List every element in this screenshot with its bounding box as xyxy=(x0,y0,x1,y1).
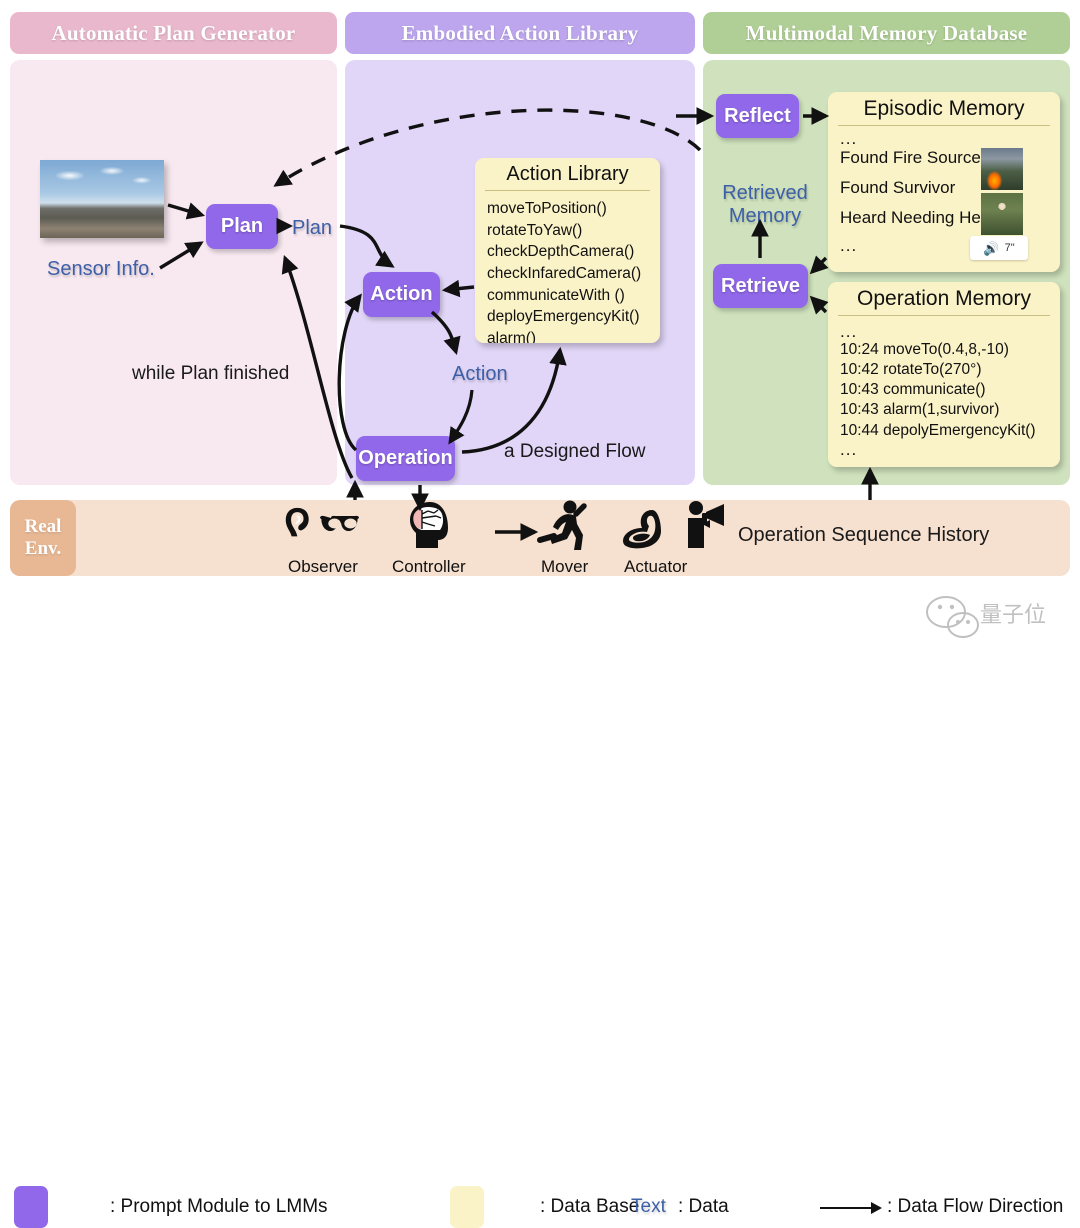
sensor-image-thumbnail xyxy=(40,160,164,238)
card-action-library-body: moveToPosition() rotateToYaw() checkDept… xyxy=(475,191,660,343)
legend-label-data-flow: : Data Flow Direction xyxy=(887,1196,1064,1217)
legend-sample-data-text: Text xyxy=(631,1196,666,1217)
real-env-tag: Real Env. xyxy=(10,500,76,576)
module-operation[interactable]: Operation xyxy=(356,436,455,481)
role-caption-controller: Controller xyxy=(392,557,466,576)
card-operation-memory: Operation Memory ... 10:24 moveTo(0.4,8,… xyxy=(828,282,1060,467)
action-item: moveToPosition() xyxy=(487,200,607,217)
legend-label-prompt-module: : Prompt Module to LMMs xyxy=(110,1196,328,1217)
legend-label-data-base: : Data Base xyxy=(540,1196,640,1217)
module-action[interactable]: Action xyxy=(363,272,440,317)
real-env-tag-line1: Real xyxy=(24,516,62,538)
module-retrieve[interactable]: Retrieve xyxy=(713,264,808,308)
role-caption-observer: Observer xyxy=(288,557,358,576)
fire-photo-thumbnail xyxy=(981,148,1023,190)
module-reflect[interactable]: Reflect xyxy=(716,94,799,138)
column-header-action-library: Embodied Action Library xyxy=(345,12,695,54)
operation-bottom-ellipsis: ... xyxy=(840,439,858,459)
operation-line: 10:24 moveTo(0.4,8,-10) xyxy=(840,341,1009,358)
annotation-while-plan-finished: while Plan finished xyxy=(132,363,290,384)
legend: : Prompt Module to LMMs : Data Base Text… xyxy=(0,586,1080,1228)
column-header-plan-generator: Automatic Plan Generator xyxy=(10,12,337,54)
operation-line: 10:43 communicate() xyxy=(840,381,986,399)
module-plan[interactable]: Plan xyxy=(206,204,278,249)
speaker-icon: 🔊 xyxy=(983,240,1000,256)
action-item: checkInfaredCamera() xyxy=(487,265,642,283)
operation-line: 10:43 alarm(1,survivor) xyxy=(840,401,1000,419)
legend-label-data: : Data xyxy=(678,1196,729,1217)
card-action-library: Action Library moveToPosition() rotateTo… xyxy=(475,158,660,343)
audio-clip-chip[interactable]: 🔊 7" xyxy=(970,236,1028,260)
watermark: 量子位 xyxy=(926,596,1046,638)
audio-duration: 7" xyxy=(1004,242,1015,254)
role-caption-mover: Mover xyxy=(541,557,589,576)
diagram-root: Automatic Plan Generator Embodied Action… xyxy=(0,0,1080,1228)
legend-arrow-icon xyxy=(820,1202,882,1214)
legend-swatch-data-base xyxy=(450,1186,484,1228)
label-action-data: Action xyxy=(452,363,508,385)
card-operation-memory-body: ... 10:24 moveTo(0.4,8,-10) 10:42 rotate… xyxy=(828,316,1060,464)
operation-line: 10:44 depolyEmergencyKit() xyxy=(840,421,1036,439)
label-retrieved-memory: Retrieved Memory xyxy=(710,182,820,228)
operation-top-ellipsis: ... xyxy=(840,322,858,341)
episodic-entry: Found Fire Source xyxy=(840,148,981,167)
action-item: rotateToYaw() xyxy=(487,221,583,239)
card-operation-memory-title: Operation Memory xyxy=(857,287,1031,310)
card-episodic-memory-title: Episodic Memory xyxy=(863,97,1025,120)
action-item: communicateWith () xyxy=(487,286,625,304)
episodic-entry: Found Survivor xyxy=(840,178,956,197)
real-env-tag-line2: Env. xyxy=(24,538,62,559)
action-item: deployEmergencyKit() xyxy=(487,308,640,326)
episodic-top-ellipsis: ... xyxy=(840,129,858,148)
label-plan-data: Plan xyxy=(292,217,333,239)
episodic-entry: Heard Needing Help xyxy=(840,208,995,227)
annotation-designed-flow: a Designed Flow xyxy=(504,441,646,462)
label-retrieved-memory-line1: Retrieved xyxy=(722,182,808,204)
label-sensor-info: Sensor Info. xyxy=(47,258,155,280)
annotation-operation-sequence-history: Operation Sequence History xyxy=(738,524,990,546)
column-header-memory-database: Multimodal Memory Database xyxy=(703,12,1070,54)
action-item: checkDepthCamera() xyxy=(487,243,635,261)
watermark-text: 量子位 xyxy=(980,603,1046,628)
card-action-library-title: Action Library xyxy=(506,163,629,185)
role-caption-actuator: Actuator xyxy=(624,557,688,576)
legend-swatch-prompt-module xyxy=(14,1186,48,1228)
survivor-photo-thumbnail xyxy=(981,193,1023,235)
label-retrieved-memory-line2: Memory xyxy=(728,205,802,227)
operation-line: 10:42 rotateTo(270°) xyxy=(840,361,982,379)
action-item: alarm() xyxy=(487,330,537,343)
